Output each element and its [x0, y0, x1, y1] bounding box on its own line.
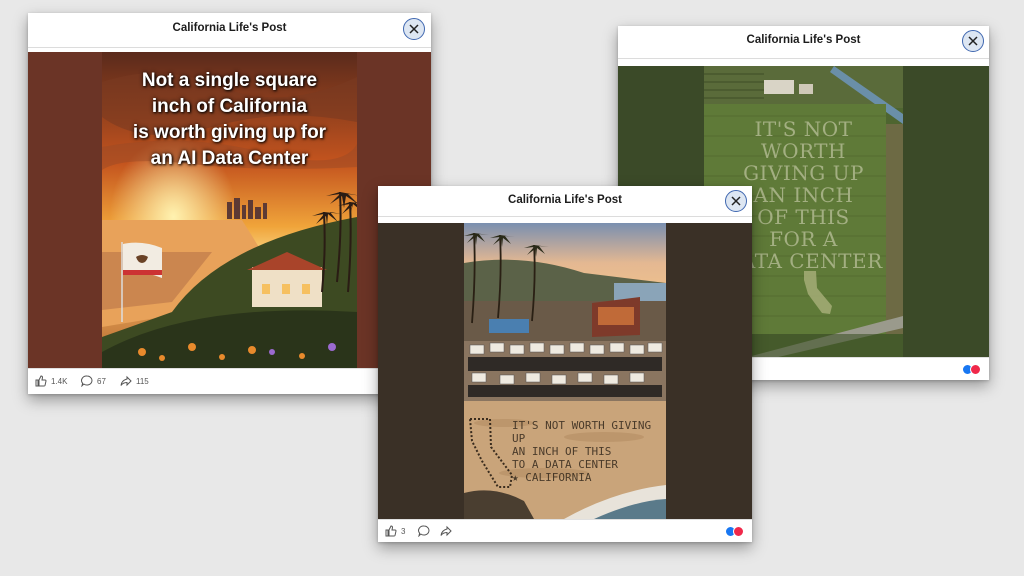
post-footer: 1.4K 67 115	[28, 368, 431, 394]
comment-button[interactable]	[418, 525, 430, 537]
post-title: California Life's Post	[508, 194, 622, 206]
field-line: GIVING UP	[743, 161, 864, 185]
reaction-summary[interactable]	[962, 364, 981, 375]
love-reaction-icon	[733, 526, 744, 537]
sand-line: ★ CALIFORNIA	[512, 471, 592, 484]
field-line: WORTH	[761, 139, 846, 163]
sand-line: TO A DATA CENTER	[512, 458, 618, 471]
share-button[interactable]: 115	[120, 375, 149, 387]
post-title: California Life's Post	[172, 22, 287, 34]
post-modal-beach: California Life's Post IT'S NOT WORTH GI…	[378, 186, 752, 542]
like-icon	[385, 525, 397, 537]
overlay-caption: Not a single square inch of California i…	[102, 68, 357, 172]
like-count: 3	[401, 526, 406, 536]
post-media: Not a single square inch of California i…	[28, 52, 431, 369]
post-footer: 3	[378, 519, 752, 542]
post-image-sunset: Not a single square inch of California i…	[102, 52, 357, 369]
close-icon	[731, 196, 741, 206]
field-line: IT'S NOT	[754, 117, 853, 141]
close-button[interactable]	[725, 190, 747, 212]
love-reaction-icon	[970, 364, 981, 375]
close-button[interactable]	[403, 18, 425, 40]
close-icon	[968, 36, 978, 46]
post-header: California Life's Post	[618, 26, 989, 59]
share-button[interactable]	[440, 525, 452, 537]
overlay-line: inch of California	[151, 96, 308, 117]
post-image-beach: IT'S NOT WORTH GIVING UP AN INCH OF THIS…	[464, 223, 666, 519]
comment-icon	[81, 375, 93, 387]
reaction-summary[interactable]	[725, 526, 744, 537]
post-header: California Life's Post	[378, 186, 752, 217]
post-title: California Life's Post	[746, 34, 861, 46]
comment-button[interactable]: 67	[81, 375, 106, 387]
like-count: 1.4K	[51, 376, 68, 386]
like-icon	[35, 375, 47, 387]
overlay-line: is worth giving up for	[132, 122, 327, 143]
like-button[interactable]: 3	[385, 525, 405, 537]
comment-icon	[418, 525, 430, 537]
post-media: IT'S NOT WORTH GIVING UP AN INCH OF THIS…	[378, 223, 752, 519]
close-button[interactable]	[962, 30, 984, 52]
share-count: 115	[136, 376, 149, 386]
overlay-line: Not a single square	[141, 70, 318, 91]
sand-caption: IT'S NOT WORTH GIVING UP AN INCH OF THIS…	[512, 419, 666, 484]
comment-count: 67	[97, 376, 106, 386]
close-icon	[409, 24, 419, 34]
share-icon	[120, 375, 132, 387]
post-modal-sunset: California Life's Post Not a single squa…	[28, 13, 431, 394]
post-header: California Life's Post	[28, 13, 431, 48]
like-button[interactable]: 1.4K	[35, 375, 67, 387]
sand-line: AN INCH OF THIS	[512, 445, 612, 458]
share-icon	[440, 525, 452, 537]
sand-line: IT'S NOT WORTH GIVING UP	[512, 419, 652, 445]
overlay-line: an AI Data Center	[150, 148, 309, 169]
